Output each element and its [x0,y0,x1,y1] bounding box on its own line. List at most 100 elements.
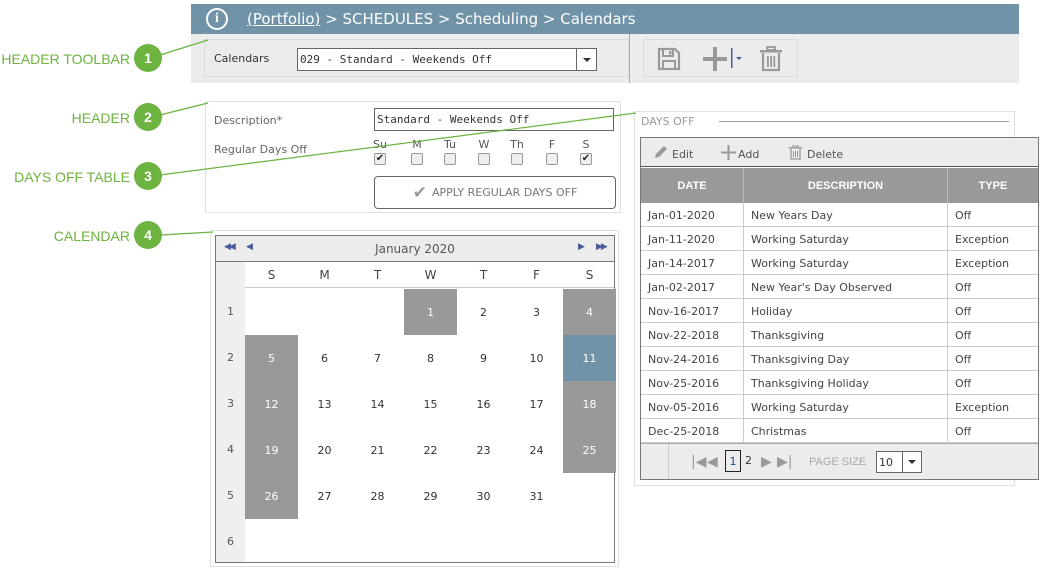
day-off-option: S ✔ [574,138,598,165]
chevron-down-icon[interactable] [902,452,921,472]
prev-page-icon[interactable]: ◀ [707,454,718,470]
calendar-day[interactable]: 13 [298,381,351,427]
add-label: Add [738,147,760,161]
callout-line-2 [159,102,209,116]
delete-icon[interactable] [759,46,783,75]
day-off-checkbox[interactable] [478,153,490,165]
calendar-day[interactable]: 29 [404,473,457,519]
calendar-day[interactable]: 6 [298,335,351,381]
table-row[interactable]: Jan-02-2017 New Year's Day Observed Off [641,275,1038,299]
calendar-day[interactable]: 8 [404,335,457,381]
calendar-day[interactable]: 12 [245,381,298,427]
add-dropdown-icon[interactable] [730,48,744,71]
table-row[interactable]: Jan-14-2017 Working Saturday Exception [641,251,1038,275]
column-header-description[interactable]: DESCRIPTION [744,168,948,203]
date-cell: Dec-25-2018 [641,419,744,443]
day-off-checkbox[interactable] [511,153,523,165]
next-year-icon[interactable]: ▶▶ [596,242,608,252]
day-of-week-label: M [319,268,330,282]
day-off-checkbox[interactable]: ✔ [374,153,386,165]
page-size-select[interactable]: 10 [876,451,922,473]
breadcrumb-bar: i (Portfolio) > SCHEDULES > Scheduling >… [191,4,1019,34]
info-icon[interactable]: i [206,8,228,30]
calendar-day[interactable]: 26 [245,473,298,519]
day-off-option-label: Tu [443,138,457,151]
calendar-day[interactable]: 18 [563,381,616,427]
day-off-checkbox[interactable] [546,153,558,165]
calendar-day[interactable]: 25 [563,427,616,473]
calendar-day[interactable]: 30 [457,473,510,519]
calendar-day[interactable]: 16 [457,381,510,427]
breadcrumb-portfolio-link[interactable]: (Portfolio) [247,10,320,28]
save-icon[interactable] [656,46,682,75]
callout-badge-3: 3 [134,162,162,190]
calendar-day[interactable]: 28 [351,473,404,519]
day-off-option-label: Th [510,138,524,151]
type-cell: Off [955,376,972,390]
calendar-day[interactable]: 22 [404,427,457,473]
breadcrumb: (Portfolio) > SCHEDULES > Scheduling > C… [247,10,636,28]
next-month-icon[interactable]: ▶ [578,242,585,252]
calendar-day[interactable]: 15 [404,381,457,427]
days-off-grid-header: DATE DESCRIPTION TYPE [641,168,1038,203]
callout-label-days-off-table: DAYS OFF TABLE [14,169,130,185]
next-page-icon[interactable]: ▶ [761,454,772,470]
day-off-option-label: S [582,138,590,151]
calendars-select[interactable]: 029 - Standard - Weekends Off [297,48,597,71]
day-off-option-label: Su [373,138,387,151]
calendar-day[interactable]: 9 [457,335,510,381]
calendar-month-title[interactable]: January 2020 [216,242,614,256]
calendar-day[interactable]: 31 [510,473,563,519]
day-off-checkbox[interactable] [444,153,456,165]
pencil-icon [653,145,668,163]
calendar-day[interactable]: 1 [404,289,457,335]
add-icon[interactable] [702,46,728,75]
description-input[interactable]: Standard - Weekends Off [374,108,614,131]
table-row[interactable]: Nov-22-2018 Thanksgiving Off [641,323,1038,347]
table-row[interactable]: Nov-16-2017 Holiday Off [641,299,1038,323]
calendar-day[interactable]: 2 [457,289,510,335]
page-size-value: 10 [879,456,893,469]
edit-button[interactable]: Edit [653,145,693,163]
calendar-day[interactable]: 11 [563,335,616,381]
table-row[interactable]: Dec-25-2018 Christmas Off [641,419,1038,443]
table-row[interactable]: Nov-24-2016 Thanksgiving Day Off [641,347,1038,371]
callout-badge-4: 4 [134,221,162,249]
calendar-day[interactable]: 14 [351,381,404,427]
calendar-day[interactable]: 21 [351,427,404,473]
calendar-panel: ◀◀ ◀ January 2020 ▶ ▶▶ SMTWTFS 123456 12… [210,230,619,567]
week-number: 3 [227,397,234,410]
column-header-date[interactable]: DATE [641,168,744,203]
calendar-day[interactable]: 7 [351,335,404,381]
table-row[interactable]: Jan-11-2020 Working Saturday Exception [641,227,1038,251]
calendar-day[interactable]: 24 [510,427,563,473]
calendar-day[interactable]: 4 [563,289,616,335]
first-page-icon[interactable]: |◀ [691,454,706,470]
chevron-down-icon[interactable] [576,49,596,70]
day-off-checkbox[interactable] [411,153,423,165]
page-1-button[interactable]: 1 [725,450,741,472]
add-button[interactable]: Add [721,145,759,163]
calendar-day[interactable]: 10 [510,335,563,381]
last-page-icon[interactable]: ▶| [777,454,792,470]
calendar: ◀◀ ◀ January 2020 ▶ ▶▶ SMTWTFS 123456 12… [215,235,616,563]
calendar-day[interactable]: 19 [245,427,298,473]
calendar-day[interactable]: 3 [510,289,563,335]
calendar-day[interactable]: 23 [457,427,510,473]
table-row[interactable]: Nov-25-2016 Thanksgiving Holiday Off [641,371,1038,395]
column-header-type[interactable]: TYPE [948,168,1038,203]
calendar-day[interactable]: 20 [298,427,351,473]
breadcrumb-path: > SCHEDULES > Scheduling > Calendars [320,10,636,28]
table-row[interactable]: Jan-01-2020 New Years Day Off [641,203,1038,227]
table-row[interactable]: Nov-05-2016 Working Saturday Exception [641,395,1038,419]
calendar-day[interactable]: 5 [245,335,298,381]
apply-regular-days-off-button[interactable]: ✔ APPLY REGULAR DAYS OFF [374,176,616,209]
description-cell: Thanksgiving [744,323,948,347]
delete-button[interactable]: Delete [789,144,843,163]
calendar-day[interactable]: 17 [510,381,563,427]
day-off-checkbox[interactable]: ✔ [580,153,592,165]
page-2-button[interactable]: 2 [745,454,752,467]
day-of-week-header: SMTWTFS [245,262,614,288]
days-off-divider [719,121,1009,122]
calendar-day[interactable]: 27 [298,473,351,519]
